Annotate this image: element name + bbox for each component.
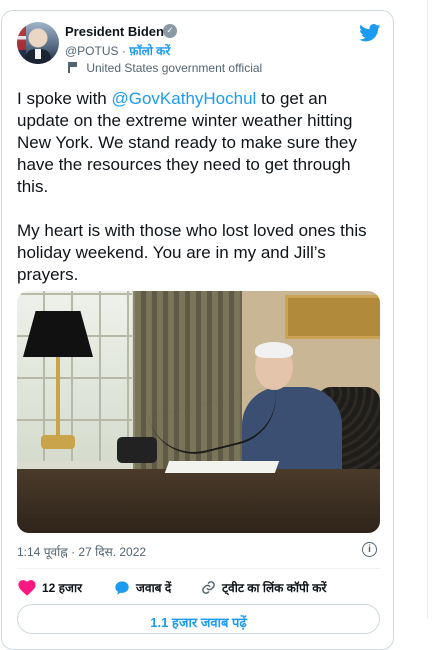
heart-icon [18,579,36,596]
avatar-shirt [35,49,41,59]
follow-button[interactable]: फ़ॉलो करें [129,44,170,58]
twitter-icon[interactable] [359,24,381,42]
read-replies-label: 1.1 हजार जवाब पढ़ें [150,615,247,630]
reply-button[interactable]: जवाब दें [114,579,171,596]
link-icon [202,581,215,594]
author-handle-row: @POTUS · फ़ॉलो करें [65,42,170,59]
photo-person-hair [255,342,293,358]
avatar[interactable] [17,22,59,64]
tweet-timestamp[interactable]: 1:14 पूर्वाह्न · 27 दिस. 2022 [17,543,146,560]
page-right-border [427,0,428,619]
government-label-text[interactable]: United States government official [86,61,262,75]
tweet-photo[interactable] [17,291,380,533]
author-handle[interactable]: @POTUS [65,44,119,58]
tweet-text-part1: I spoke with [17,89,112,108]
read-replies-button[interactable]: 1.1 हजार जवाब पढ़ें [17,604,380,634]
tweet-text-part2: to get an update on the extreme winter w… [17,89,367,284]
divider [17,568,381,569]
like-button[interactable]: 12 हजार [18,579,82,596]
copy-link-label: ट्वीट का लिंक कॉपी करें [222,581,327,595]
photo-painting [285,295,380,339]
government-label: United States government official [68,61,262,75]
verified-icon: ✓ [163,24,177,38]
tweet-text: I spoke with @GovKathyHochul to get an u… [17,88,382,286]
photo-paper [164,461,280,473]
like-count: 12 हजार [42,581,82,595]
copy-link-button[interactable]: ट्वीट का लिंक कॉपी करें [201,579,326,596]
info-icon[interactable]: i [362,542,377,557]
mention-link[interactable]: @GovKathyHochul [112,89,257,108]
photo-lampstem [56,357,60,437]
flag-icon [68,62,78,73]
photo-lampbase [41,435,75,449]
photo-desk [17,469,380,533]
reply-icon [115,580,129,595]
photo-phone [117,437,157,463]
separator-dot: · [121,44,126,58]
reply-label: जवाब दें [136,581,172,595]
author-name[interactable]: President Biden [65,24,164,39]
